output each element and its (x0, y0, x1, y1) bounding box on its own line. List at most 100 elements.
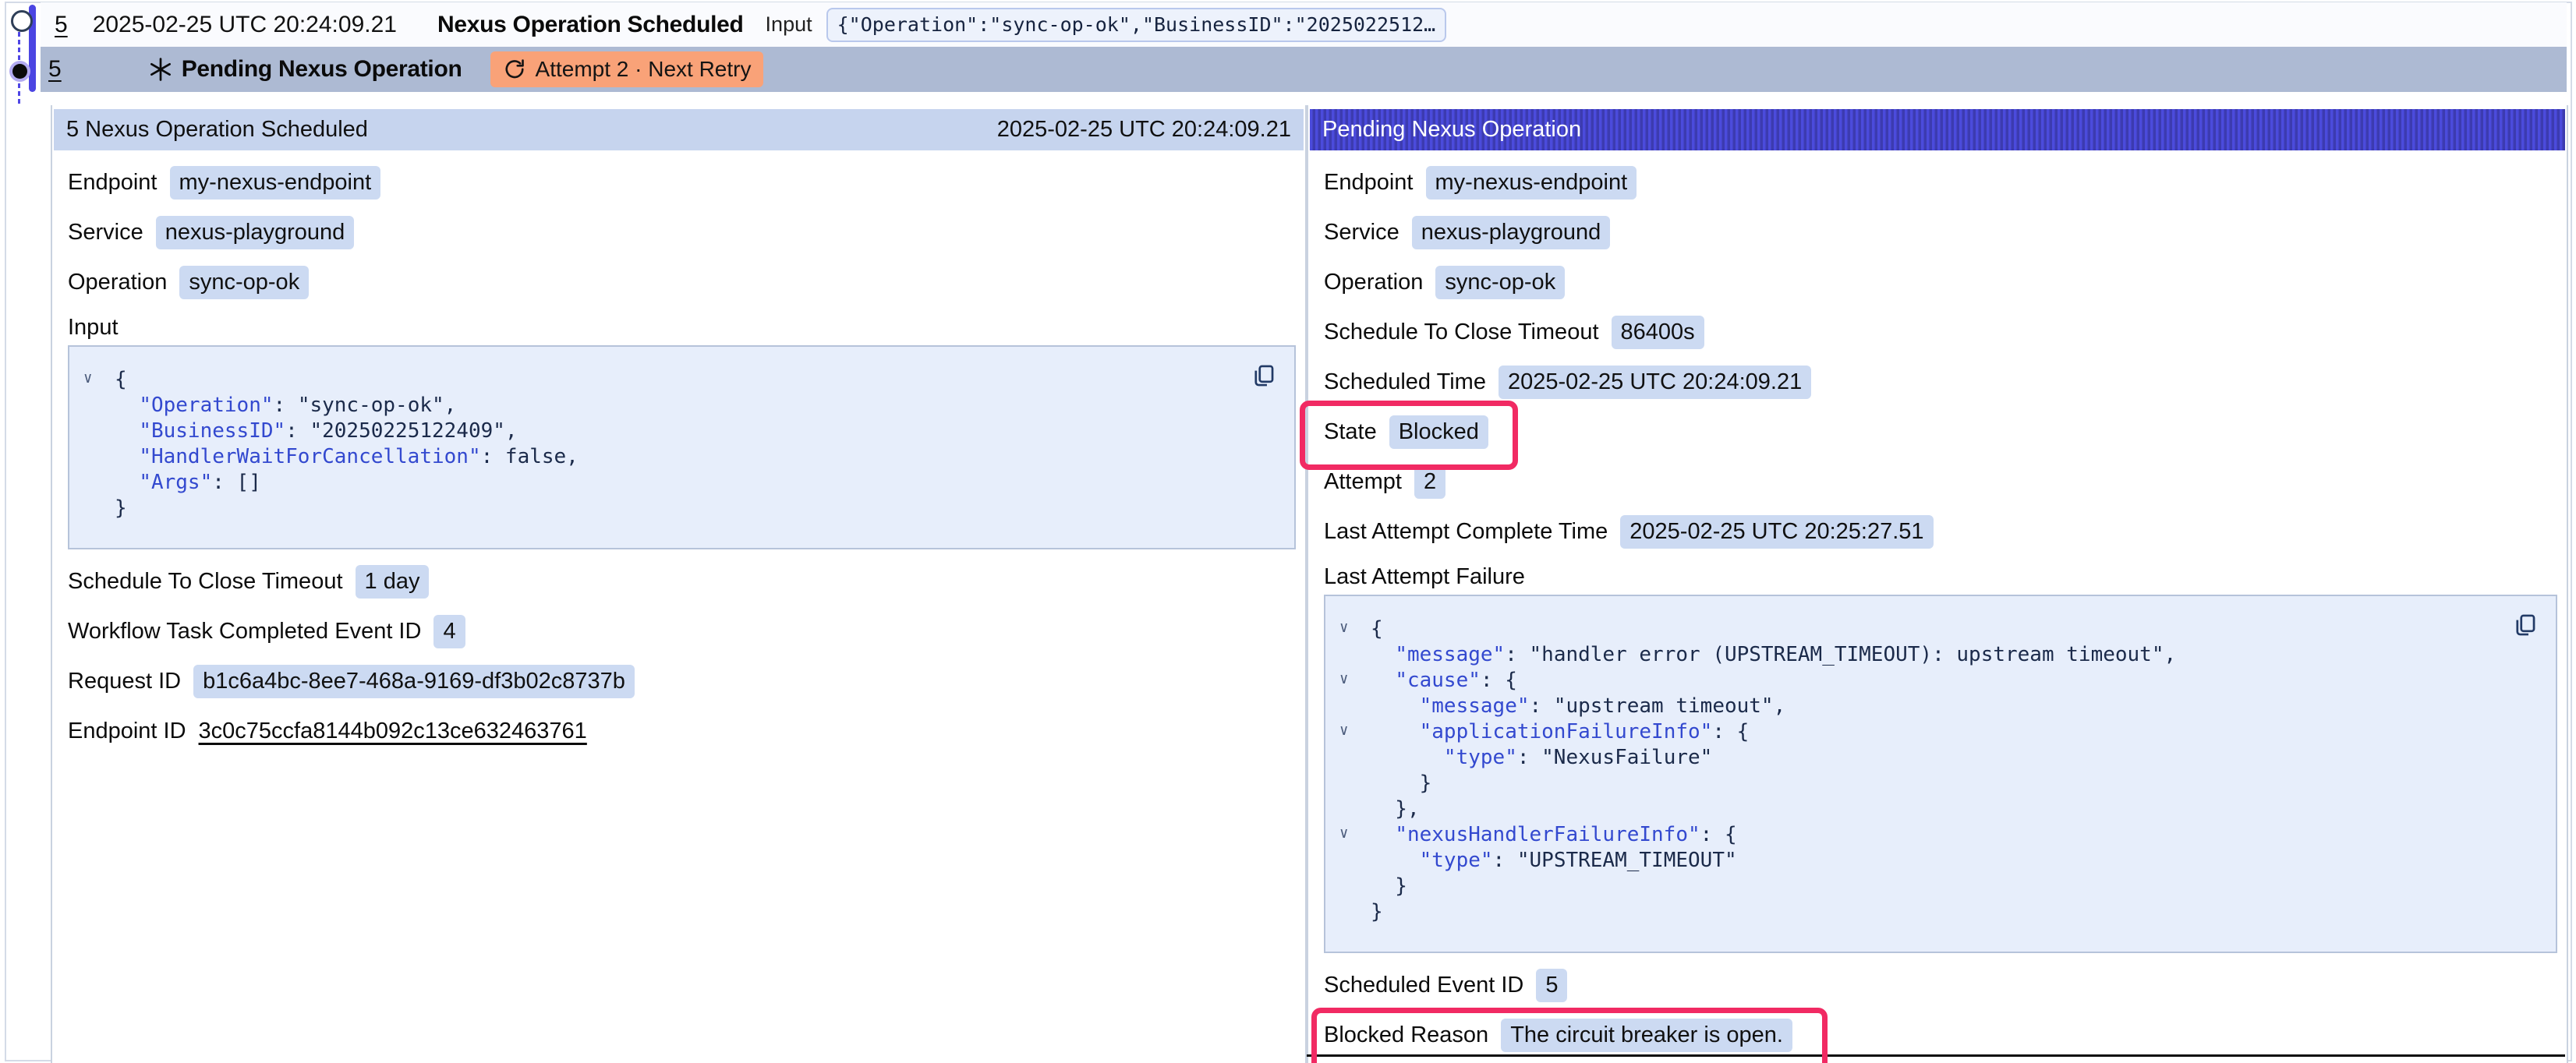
panel-header-pending-striped: Pending Nexus Operation (1310, 109, 2565, 150)
attempt-retry-label: Attempt 2 · Next Retry (536, 57, 752, 82)
field-value-badge: 2025-02-25 UTC 20:25:27.51 (1620, 515, 1933, 549)
field-row-blocked-reason: Blocked Reason The circuit breaker is ope… (1324, 1017, 2567, 1053)
field-value-badge: 1 day (356, 565, 430, 599)
field-list: Endpoint my-nexus-endpoint Service nexus-pl… (1308, 164, 2567, 549)
collapse-chevron-icon[interactable]: ∨ (83, 371, 92, 386)
panel-timestamp: 2025-02-25 UTC 20:24:09.21 (997, 117, 1291, 143)
code-line: } (1335, 771, 2540, 796)
field-value-badge: 2 (1414, 465, 1445, 499)
field-row-schedule-to-close-timeout: Schedule To Close Timeout 1 day (68, 563, 1305, 599)
field-label: Operation (68, 270, 167, 295)
field-label: Endpoint (1324, 170, 1414, 196)
event-row-pending-nexus-operation[interactable]: 5 Pending Nexus Operation Attempt 2 · Ne… (41, 47, 2567, 92)
failure-section-label: Last Attempt Failure (1324, 563, 2567, 590)
code-line: "Args": [] (79, 470, 1279, 496)
code-line: "message": "upstream timeout", (1335, 694, 2540, 719)
event-row-nexus-operation-scheduled[interactable]: 5 2025-02-25 UTC 20:24:09.21 Nexus Opera… (41, 2, 2567, 47)
field-value-badge: 2025-02-25 UTC 20:24:09.21 (1499, 366, 1811, 399)
field-row-state: State Blocked (1324, 414, 2567, 450)
event-title: Pending Nexus Operation (182, 56, 462, 83)
code-line: } (79, 496, 1279, 521)
field-row-scheduled-event-id: Scheduled Event ID 5 (1324, 967, 2567, 1003)
field-label: State (1324, 419, 1377, 445)
field-row-schedule-to-close-timeout: Schedule To Close Timeout 86400s (1324, 314, 2567, 350)
field-label: Attempt (1324, 469, 1402, 495)
field-value-badge: 86400s (1612, 316, 1704, 349)
field-value-badge: sync-op-ok (1435, 266, 1565, 299)
collapse-chevron-icon[interactable]: ∨ (1339, 723, 1348, 738)
timeline-connector (18, 32, 20, 60)
temporal-event-history-screen: 5 2025-02-25 UTC 20:24:09.21 Nexus Opera… (0, 0, 2576, 1063)
field-row-service: Service nexus-playground (68, 214, 1305, 250)
timeline-node-open[interactable] (11, 10, 33, 32)
timeline-node-current[interactable] (12, 64, 27, 79)
event-id-link[interactable]: 5 (48, 56, 62, 83)
collapse-chevron-icon[interactable]: ∨ (1339, 672, 1348, 687)
field-value-link[interactable]: 3c0c75ccfa8144b092c13ce632463761 (199, 719, 587, 744)
code-line: } (1335, 874, 2540, 899)
field-label: Scheduled Event ID (1324, 973, 1523, 998)
code-line: "Operation": "sync-op-ok", (79, 393, 1279, 418)
panel-title: 5 Nexus Operation Scheduled (66, 117, 368, 143)
field-row-scheduled-time: Scheduled Time 2025-02-25 UTC 20:24:09.21 (1324, 364, 2567, 400)
code-line: "message": "handler error (UPSTREAM_TIME… (1335, 642, 2540, 668)
code-line: "BusinessID": "20250225122409", (79, 418, 1279, 444)
code-line: "HandlerWaitForCancellation": false, (79, 444, 1279, 470)
input-preview-chip[interactable]: {"Operation":"sync-op-ok","BusinessID":"… (826, 8, 1447, 42)
code-line: ∨ "cause": { (1335, 668, 2540, 694)
field-value-badge: my-nexus-endpoint (170, 166, 381, 200)
field-label: Service (68, 220, 143, 245)
input-chip-label: Input (766, 12, 812, 37)
field-value-badge: Blocked (1389, 415, 1488, 449)
field-row-endpoint-id: Endpoint ID 3c0c75ccfa8144b092c13ce632463… (68, 713, 1305, 749)
field-value-badge: The circuit breaker is open. (1501, 1019, 1792, 1052)
field-row-service: Service nexus-playground (1324, 214, 2567, 250)
event-title: Nexus Operation Scheduled (437, 12, 744, 38)
event-detail-panel-scheduled: 5 Nexus Operation Scheduled 2025-02-25 U… (51, 105, 1307, 1063)
panel-header: 5 Nexus Operation Scheduled 2025-02-25 U… (54, 109, 1304, 150)
field-list: Scheduled Event ID 5 Blocked Reason The cir… (1308, 967, 2567, 1053)
field-label: Service (1324, 220, 1399, 245)
field-row-operation: Operation sync-op-ok (1324, 264, 2567, 300)
field-label: Scheduled Time (1324, 369, 1486, 395)
event-time: 2025-02-25 UTC 20:24:09.21 (93, 12, 397, 38)
code-line: "type": "NexusFailure" (1335, 745, 2540, 771)
code-line: ∨{ (79, 367, 1279, 393)
field-label: Schedule To Close Timeout (68, 569, 343, 595)
field-row-last-attempt-complete-time: Last Attempt Complete Time2025-02-25 UTC… (1324, 514, 2567, 549)
pending-asterisk-icon (147, 56, 174, 83)
panel-title: Pending Nexus Operation (1322, 117, 1581, 143)
code-line: } (1335, 899, 2540, 925)
field-row-request-id: Request ID b1c6a4bc-8ee7-468a-9169-df3b02… (68, 663, 1305, 699)
collapse-chevron-icon[interactable]: ∨ (1339, 620, 1348, 635)
field-row-endpoint: Endpointmy-nexus-endpoint (68, 164, 1305, 200)
field-label: Workflow Task Completed Event ID (68, 619, 421, 645)
field-row-endpoint: Endpoint my-nexus-endpoint (1324, 164, 2567, 200)
failure-json-viewer: ∨{ "message": "handler error (UPSTREAM_T… (1324, 595, 2557, 953)
field-label: Schedule To Close Timeout (1324, 320, 1599, 345)
field-value-badge: nexus-playground (1412, 216, 1611, 249)
event-id-link[interactable]: 5 (55, 12, 68, 38)
field-value-badge: nexus-playground (156, 216, 355, 249)
code-line: "type": "UPSTREAM_TIMEOUT" (1335, 848, 2540, 874)
field-row-operation: Operationsync-op-ok (68, 264, 1305, 300)
field-value-badge: my-nexus-endpoint (1426, 166, 1637, 200)
field-value-badge: 5 (1536, 969, 1567, 1002)
input-json-viewer: ∨{ "Operation": "sync-op-ok", "BusinessI… (68, 345, 1296, 549)
field-label: Operation (1324, 270, 1423, 295)
event-detail-panel-pending: Pending Nexus Operation Endpoint my-nexus… (1307, 105, 2568, 1063)
field-value-badge: 4 (433, 615, 465, 648)
field-label: Endpoint ID (68, 719, 186, 744)
field-label: Request ID (68, 669, 181, 694)
field-row-workflow-task-completed-event-id: Workflow Task Completed Event ID 4 (68, 613, 1305, 649)
panel-bottom-divider (1307, 1054, 2565, 1057)
collapse-chevron-icon[interactable]: ∨ (1339, 826, 1348, 841)
field-list: Schedule To Close Timeout 1 day Workflow T… (52, 563, 1305, 749)
field-label: Blocked Reason (1324, 1022, 1488, 1048)
retry-icon (503, 58, 526, 81)
attempt-retry-badge: Attempt 2 · Next Retry (490, 51, 764, 87)
field-row-attempt: Attempt 2 (1324, 464, 2567, 500)
field-value-badge: b1c6a4bc-8ee7-468a-9169-df3b02c8737b (193, 665, 635, 698)
code-line: }, (1335, 796, 2540, 822)
input-section-label: Input (68, 314, 1305, 341)
